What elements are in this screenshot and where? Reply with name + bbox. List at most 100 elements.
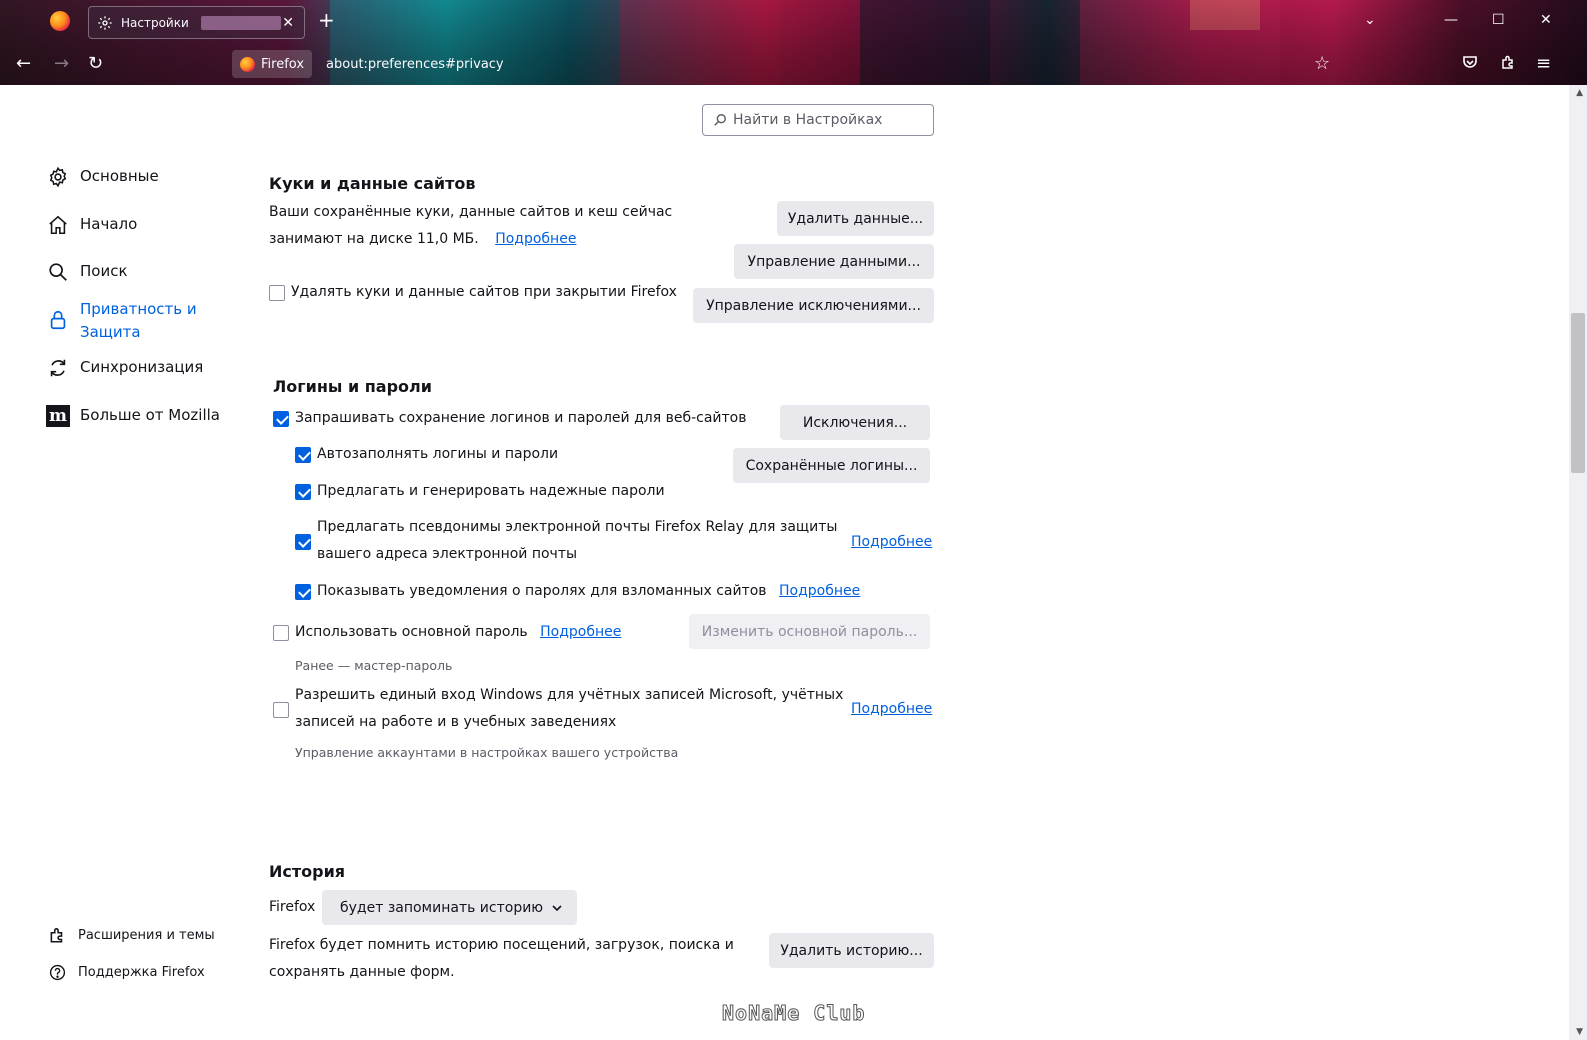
primary-password-label: Использовать основной пароль Подробнее bbox=[295, 619, 621, 646]
primary-learn-more-link[interactable]: Подробнее bbox=[540, 624, 621, 640]
menu-icon[interactable]: ≡ bbox=[1536, 54, 1551, 74]
back-icon[interactable]: ← bbox=[16, 54, 31, 74]
lock-icon bbox=[46, 308, 70, 332]
history-desc-line1: Firefox будет помнить историю посещений,… bbox=[269, 937, 734, 953]
clear-history-button[interactable]: Удалить историю... bbox=[769, 933, 934, 968]
history-desc-line2: сохранять данные форм. bbox=[269, 964, 455, 980]
reload-icon[interactable]: ↻ bbox=[88, 54, 103, 74]
cookies-learn-more-link[interactable]: Подробнее bbox=[495, 231, 576, 247]
scrollbar[interactable]: ▲ ▼ bbox=[1569, 85, 1587, 1040]
ask-save-logins-label: Запрашивать сохранение логинов и паролей… bbox=[295, 410, 747, 426]
pocket-icon[interactable] bbox=[1462, 54, 1478, 75]
history-prefix: Firefox bbox=[269, 899, 316, 915]
relay-label-line1: Предлагать псевдонимы электронной почты … bbox=[317, 519, 838, 535]
relay-learn-more-link[interactable]: Подробнее bbox=[851, 534, 932, 550]
login-exceptions-button[interactable]: Исключения... bbox=[780, 405, 930, 440]
primary-password-checkbox[interactable] bbox=[273, 625, 289, 641]
breach-alerts-label: Показывать уведомления о паролях для взл… bbox=[317, 578, 860, 605]
search-input[interactable] bbox=[733, 112, 913, 128]
sidebar-item-label: Больше от Mozilla bbox=[80, 406, 220, 424]
help-icon bbox=[48, 963, 66, 981]
windows-sso-label-line2: записей на работе и в учебных заведениях bbox=[295, 714, 617, 730]
suggest-passwords-checkbox[interactable] bbox=[295, 484, 311, 500]
watermark: NoNaMe Club bbox=[721, 1001, 866, 1026]
tab-blurred-region bbox=[200, 15, 281, 30]
list-tabs-icon[interactable]: ⌄ bbox=[1364, 12, 1376, 28]
url-bar[interactable]: Firefox about:preferences#privacy bbox=[232, 50, 504, 78]
gear-icon bbox=[98, 15, 112, 30]
scroll-up-icon[interactable]: ▲ bbox=[1576, 88, 1583, 98]
manage-data-button[interactable]: Управление данными... bbox=[734, 244, 934, 279]
url-text[interactable]: about:preferences#privacy bbox=[326, 57, 504, 72]
sso-note: Управление аккаунтами в настройках вашег… bbox=[295, 745, 679, 760]
search-icon bbox=[46, 260, 70, 284]
sidebar-item-label: Поиск bbox=[80, 262, 128, 280]
relay-label-line2: вашего адреса электронной почты bbox=[317, 546, 578, 562]
browser-chrome: Настройки ✕ + ⌄ — ☐ ✕ ← → ↻ ☆ ≡ Firefox … bbox=[0, 0, 1587, 85]
mozilla-icon: m bbox=[46, 404, 70, 428]
primary-password-note: Ранее — мастер-пароль bbox=[295, 658, 453, 673]
tab-title: Настройки bbox=[121, 15, 189, 30]
chevron-down-icon bbox=[552, 904, 562, 911]
sidebar-item-label: Синхронизация bbox=[80, 358, 204, 376]
tab-strip: Настройки ✕ + ⌄ — ☐ ✕ bbox=[0, 0, 1587, 44]
cookies-heading: Куки и данные сайтов bbox=[269, 174, 476, 193]
autofill-logins-label: Автозаполнять логины и пароли bbox=[317, 446, 559, 462]
relay-checkbox[interactable] bbox=[295, 534, 311, 550]
logins-heading: Логины и пароли bbox=[273, 377, 432, 396]
history-mode-value: будет запоминать историю bbox=[340, 899, 544, 916]
tab-settings[interactable]: Настройки ✕ bbox=[88, 6, 305, 39]
autofill-logins-checkbox[interactable] bbox=[295, 447, 311, 463]
search-icon bbox=[714, 114, 726, 126]
new-tab-icon[interactable]: + bbox=[318, 10, 335, 30]
identity-label: Firefox bbox=[261, 56, 305, 72]
sidebar-item-home[interactable]: Начало bbox=[46, 213, 137, 237]
change-primary-password-button[interactable]: Изменить основной пароль... bbox=[689, 614, 930, 649]
identity-box[interactable]: Firefox bbox=[232, 50, 313, 78]
sidebar-item-sync[interactable]: Синхронизация bbox=[46, 356, 203, 380]
primary-password-text: Использовать основной пароль bbox=[295, 624, 528, 640]
sidebar-item-mozilla[interactable]: m Больше от Mozilla bbox=[46, 404, 220, 428]
cookies-desc-line2: занимают на диске 11,0 МБ. Подробнее bbox=[269, 226, 576, 253]
sidebar-item-search[interactable]: Поиск bbox=[46, 260, 128, 284]
sidebar-item-general[interactable]: Основные bbox=[46, 165, 159, 189]
delete-on-close-label: Удалять куки и данные сайтов при закрыти… bbox=[291, 284, 677, 300]
history-heading: История bbox=[269, 862, 346, 881]
firefox-logo-icon[interactable] bbox=[50, 11, 70, 31]
preferences-page: ▲ ▼ Основные Начало Поиск Приватность и … bbox=[0, 85, 1587, 1040]
breach-learn-more-link[interactable]: Подробнее bbox=[779, 583, 860, 599]
extensions-icon[interactable] bbox=[1500, 54, 1516, 75]
scroll-down-icon[interactable]: ▼ bbox=[1576, 1027, 1583, 1037]
ask-save-logins-checkbox[interactable] bbox=[273, 411, 289, 427]
gear-icon bbox=[46, 165, 70, 189]
forward-icon[interactable]: → bbox=[54, 54, 69, 74]
history-mode-dropdown[interactable]: будет запоминать историю bbox=[322, 890, 578, 925]
close-window-icon[interactable]: ✕ bbox=[1540, 12, 1552, 28]
clear-data-button[interactable]: Удалить данные... bbox=[777, 201, 934, 236]
settings-search[interactable] bbox=[702, 104, 934, 136]
minimize-icon[interactable]: — bbox=[1444, 12, 1458, 28]
bookmark-star-icon[interactable]: ☆ bbox=[1314, 54, 1330, 74]
manage-exceptions-button[interactable]: Управление исключениями... bbox=[693, 288, 934, 323]
cookies-size-text: занимают на диске 11,0 МБ. bbox=[269, 231, 479, 247]
breach-alerts-checkbox[interactable] bbox=[295, 584, 311, 600]
sidebar-footer-addons[interactable]: Расширения и темы bbox=[48, 926, 215, 944]
firefox-logo-icon bbox=[240, 56, 255, 72]
sidebar-footer-support[interactable]: Поддержка Firefox bbox=[48, 963, 205, 981]
sso-learn-more-link[interactable]: Подробнее bbox=[851, 701, 932, 717]
sidebar-item-label: Приватность и Защита bbox=[80, 300, 197, 341]
sidebar-footer-label: Поддержка Firefox bbox=[78, 964, 205, 980]
windows-sso-checkbox[interactable] bbox=[273, 702, 289, 718]
saved-logins-button[interactable]: Сохранённые логины... bbox=[733, 448, 930, 483]
close-tab-icon[interactable]: ✕ bbox=[282, 15, 294, 31]
maximize-icon[interactable]: ☐ bbox=[1492, 12, 1505, 28]
sidebar-item-label: Начало bbox=[80, 215, 138, 233]
sync-icon bbox=[46, 356, 70, 380]
windows-sso-label-line1: Разрешить единый вход Windows для учётны… bbox=[295, 687, 844, 703]
cookies-desc-line1: Ваши сохранённые куки, данные сайтов и к… bbox=[269, 204, 673, 220]
delete-on-close-checkbox[interactable] bbox=[269, 285, 285, 301]
scrollbar-thumb[interactable] bbox=[1571, 313, 1585, 473]
home-icon bbox=[46, 213, 70, 237]
sidebar-item-privacy[interactable]: Приватность и Защита bbox=[46, 298, 226, 344]
sidebar-footer-label: Расширения и темы bbox=[78, 927, 215, 943]
